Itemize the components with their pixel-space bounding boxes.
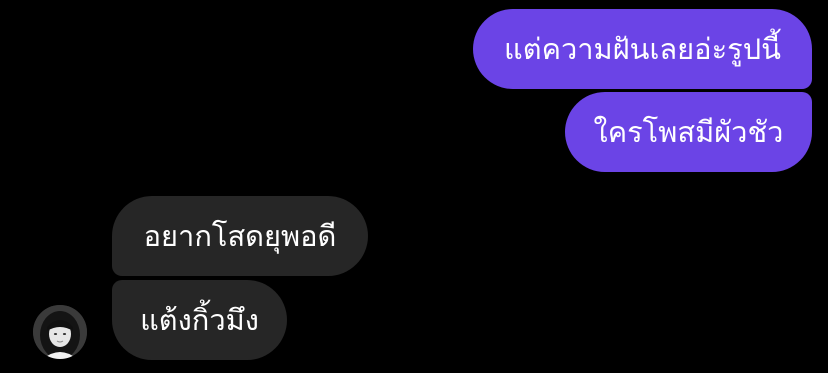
contact-avatar[interactable] [33,305,87,359]
message-text: แต้งกิ้วมึง [140,302,259,337]
sent-message-bubble[interactable]: แต่ความฝันเลยอ่ะรูปนี้ [473,9,812,89]
chat-thread: แต่ความฝันเลยอ่ะรูปนี้ ใครโพสมีผัวชัว อย… [0,0,828,373]
sent-message-bubble[interactable]: ใครโพสมีผัวชัว [565,92,812,172]
message-text: แต่ความฝันเลยอ่ะรูปนี้ [504,31,781,66]
message-text: ใครโพสมีผัวชัว [593,114,784,149]
message-text: อยากโสดยุพอดี [143,218,337,253]
received-message-bubble[interactable]: แต้งกิ้วมึง [112,280,287,360]
received-message-bubble[interactable]: อยากโสดยุพอดี [112,196,368,276]
avatar-photo-icon [33,305,87,359]
